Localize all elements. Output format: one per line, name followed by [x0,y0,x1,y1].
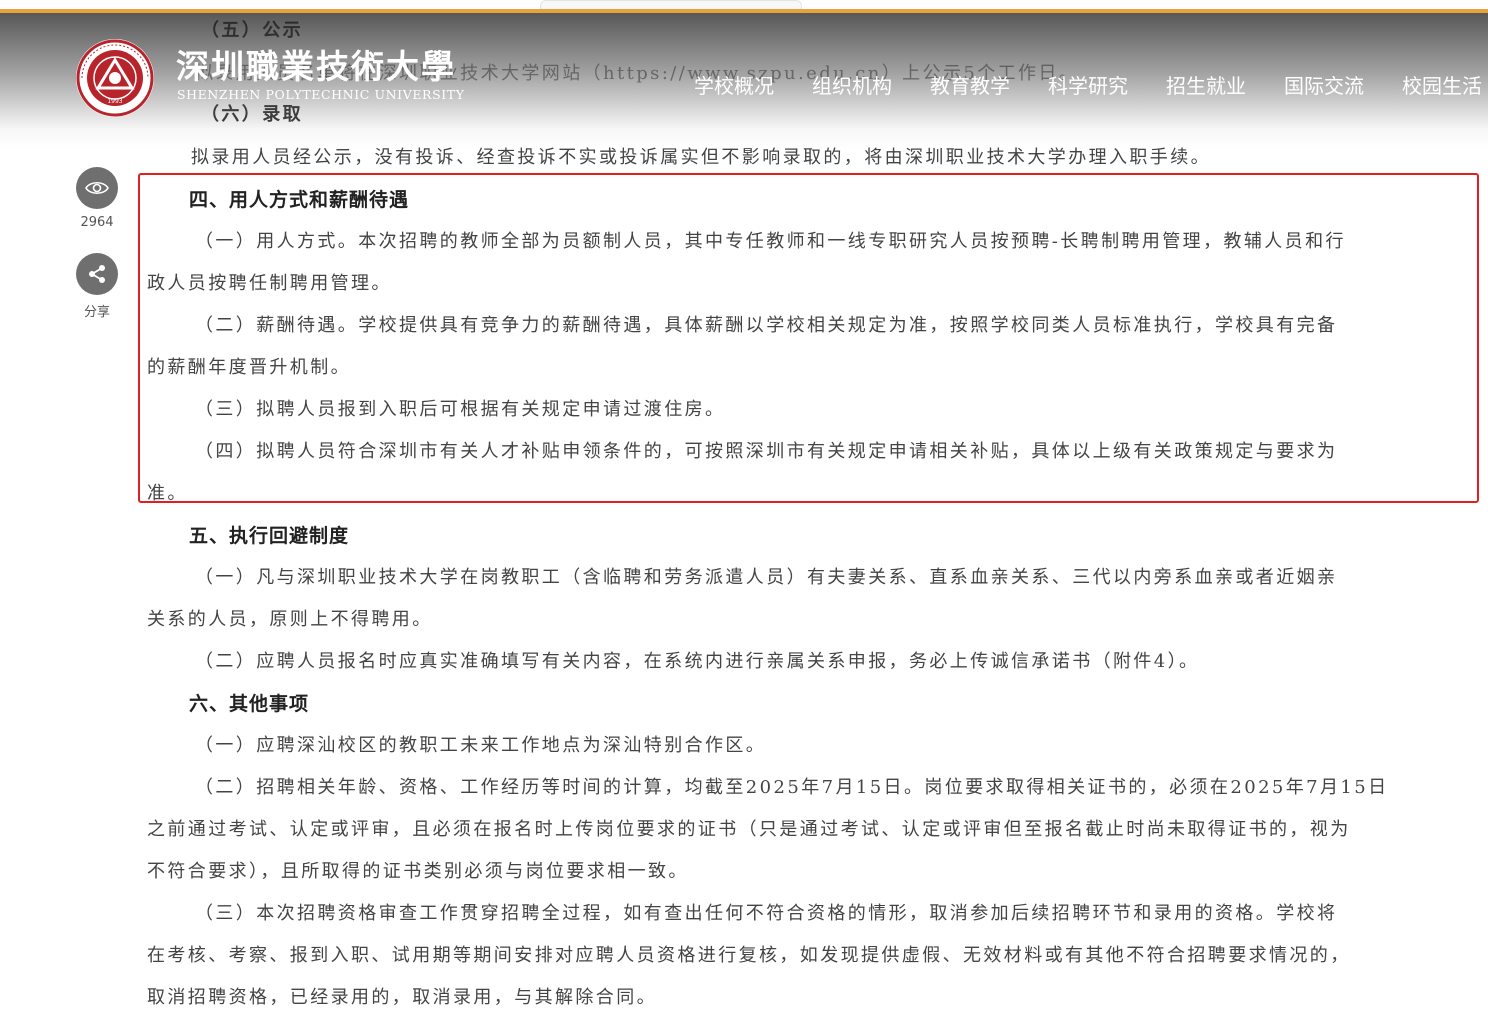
part-6-heading: 六、其他事项 [189,693,310,715]
paragraph-6-1: （一）应聘深汕校区的教职工未来工作地点为深汕特别合作区。 [195,735,767,756]
paragraph-6-2a: （二）招聘相关年龄、资格、工作经历等时间的计算，均截至2025年7月15日。岗位… [195,777,1389,798]
paragraph-4-2a: （二）薪酬待遇。学校提供具有竞争力的薪酬待遇，具体薪酬以学校相关规定为准，按照学… [195,315,1338,336]
views-count: 2964 [80,215,114,230]
paragraph-5-1b: 关系的人员，原则上不得聘用。 [147,609,433,630]
paragraph-6-3a: （三）本次招聘资格审查工作贯穿招聘全过程，如有查出任何不符合资格的情形，取消参加… [195,903,1338,924]
article-body: （五）公示 拟录用人员名单将在深圳职业技术大学网站（https://www.sz… [0,0,1488,1008]
paragraph-6-2b: 之前通过考试、认定或评审，且必须在报名时上传岗位要求的证书（只是通过考试、认定或… [147,819,1351,840]
main-nav: 学校概况 组织机构 教育教学 科学研究 招生就业 国际交流 校园生活 [694,70,1488,99]
nav-item-organization[interactable]: 组织机构 [812,70,892,99]
paragraph-4-1b: 政人员按聘任制聘用管理。 [147,273,392,294]
section-6-text: 拟录用人员经公示，没有投诉、经查投诉不实或投诉属实但不影响录取的，将由深圳职业技… [191,147,1211,168]
paragraph-4-1a: （一）用人方式。本次招聘的教师全部为员额制人员，其中专任教师和一线专职研究人员按… [195,231,1346,252]
paragraph-4-2b: 的薪酬年度晋升机制。 [147,357,351,378]
paragraph-6-3c: 取消招聘资格，已经录用的，取消录用，与其解除合同。 [147,987,657,1008]
nav-item-about[interactable]: 学校概况 [694,70,774,99]
paragraph-6-2c: 不符合要求），且所取得的证书类别必须与岗位要求相一致。 [147,861,689,882]
brand-name-english[interactable]: SHENZHEN POLYTECHNIC UNIVERSITY [177,87,465,102]
university-logo[interactable]: 1993 [72,38,158,118]
svg-text:1993: 1993 [107,98,122,105]
nav-item-research[interactable]: 科学研究 [1048,70,1128,99]
part-4-heading: 四、用人方式和薪酬待遇 [189,189,410,211]
section-5-title: （五）公示 [201,20,303,41]
part-5-heading: 五、执行回避制度 [189,525,350,547]
brand-name-chinese[interactable]: 深圳職業技術大學 [176,40,456,88]
paragraph-6-3b: 在考核、考察、报到入职、试用期等期间安排对应聘人员资格进行复核，如发现提供虚假、… [147,945,1351,966]
nav-item-international[interactable]: 国际交流 [1284,70,1364,99]
share-label: 分享 [83,305,110,320]
paragraph-4-4b: 准。 [147,483,188,504]
nav-item-campus-life[interactable]: 校园生活 [1402,70,1482,99]
views-button[interactable] [76,167,118,209]
paragraph-4-4a: （四）拟聘人员符合深圳市有关人才补贴申领条件的，可按照深圳市有关规定申请相关补贴… [195,441,1338,462]
nav-item-education[interactable]: 教育教学 [930,70,1010,99]
paragraph-4-3: （三）拟聘人员报到入职后可根据有关规定申请过渡住房。 [195,399,726,420]
paragraph-5-2: （二）应聘人员报名时应真实准确填写有关内容，在系统内进行亲属关系申报，务必上传诚… [195,651,1200,672]
share-button[interactable] [76,253,118,295]
nav-item-admissions[interactable]: 招生就业 [1166,70,1246,99]
section-6-title: （六）录取 [201,104,303,125]
share-icon [89,265,105,283]
paragraph-5-1a: （一）凡与深圳职业技术大学在岗教职工（含临聘和劳务派遣人员）有夫妻关系、直系血亲… [195,567,1338,588]
eye-icon [85,181,109,195]
